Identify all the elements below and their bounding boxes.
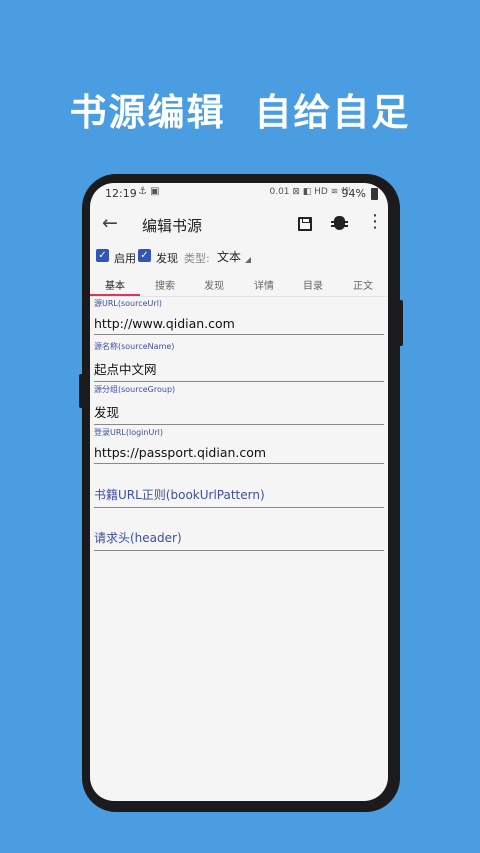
field-underline — [94, 550, 384, 551]
field-underline — [94, 334, 384, 335]
phone-side-button — [79, 374, 83, 408]
discover-checkbox[interactable]: ✓ — [138, 249, 151, 262]
type-label: 类型: — [184, 252, 210, 265]
login-url-field[interactable]: 登录URL(loginUrl) https://passport.qidian.… — [94, 427, 384, 464]
tab-toc[interactable]: 目录 — [288, 277, 338, 292]
field-underline — [94, 381, 384, 382]
book-url-pattern-field[interactable]: 书籍URL正则(bookUrlPattern) — [94, 486, 384, 508]
field-value[interactable]: https://passport.qidian.com — [94, 445, 384, 463]
field-label: 源名称(sourceName) — [94, 342, 175, 351]
back-arrow-icon[interactable]: ← — [102, 212, 118, 234]
tab-search[interactable]: 搜索 — [140, 277, 190, 292]
source-group-field[interactable]: 源分组(sourceGroup) 发现 — [94, 384, 384, 425]
source-options-row: ✓ 启用 ✓ 发现 类型: 文本 — [90, 247, 388, 273]
field-underline — [94, 463, 384, 464]
field-underline — [94, 424, 384, 425]
type-select[interactable]: 文本 — [217, 248, 241, 265]
dropdown-caret-icon[interactable] — [245, 257, 251, 263]
field-value[interactable]: 起点中文网 — [94, 359, 384, 381]
enable-label: 启用 — [114, 252, 136, 265]
tab-discover[interactable]: 发现 — [189, 277, 239, 292]
field-label: 登录URL(loginUrl) — [94, 428, 163, 437]
source-url-field[interactable]: 源URL(sourceUrl) http://www.qidian.com — [94, 298, 384, 335]
header-field[interactable]: 请求头(header) — [94, 529, 384, 551]
field-underline — [94, 507, 384, 508]
enable-checkbox[interactable]: ✓ — [96, 249, 109, 262]
phone-power-button — [399, 300, 403, 346]
field-value[interactable]: http://www.qidian.com — [94, 316, 384, 334]
signal-wifi-icons: 0.01 ⊠ ◧ HD ≋ ⁴⁶ᴵ — [269, 187, 350, 197]
toolbar-title: 编辑书源 — [142, 217, 203, 235]
discover-label: 发现 — [156, 252, 178, 265]
field-label: 源URL(sourceUrl) — [94, 299, 163, 308]
app-toolbar: ← 编辑书源 ⋮ — [90, 205, 388, 247]
save-icon[interactable] — [298, 217, 312, 231]
phone-screen: 12:19 ⚓ ▣ 0.01 ⊠ ◧ HD ≋ ⁴⁶ᴵ 94% ← 编辑书源 ⋮… — [90, 183, 388, 801]
notification-icons: ⚓ ▣ — [138, 186, 160, 197]
status-time: 12:19 — [105, 187, 137, 200]
tab-detail[interactable]: 详情 — [239, 277, 289, 292]
field-value[interactable]: 发现 — [94, 402, 384, 424]
active-tab-indicator — [90, 294, 140, 296]
tab-content[interactable]: 正文 — [338, 277, 388, 292]
field-label: 源分组(sourceGroup) — [94, 385, 176, 394]
field-placeholder[interactable]: 请求头(header) — [94, 529, 384, 550]
battery-icon — [371, 188, 378, 200]
battery-percent: 94% — [341, 187, 366, 200]
source-name-field[interactable]: 源名称(sourceName) 起点中文网 — [94, 341, 384, 382]
promo-headline: 书源编辑 自给自足 — [69, 91, 411, 134]
status-bar: 12:19 ⚓ ▣ 0.01 ⊠ ◧ HD ≋ ⁴⁶ᴵ 94% — [90, 183, 388, 205]
debug-bug-icon[interactable] — [331, 216, 348, 230]
field-placeholder[interactable]: 书籍URL正则(bookUrlPattern) — [94, 486, 384, 507]
more-options-icon[interactable]: ⋮ — [366, 213, 384, 231]
tab-basic[interactable]: 基本 — [90, 277, 140, 292]
